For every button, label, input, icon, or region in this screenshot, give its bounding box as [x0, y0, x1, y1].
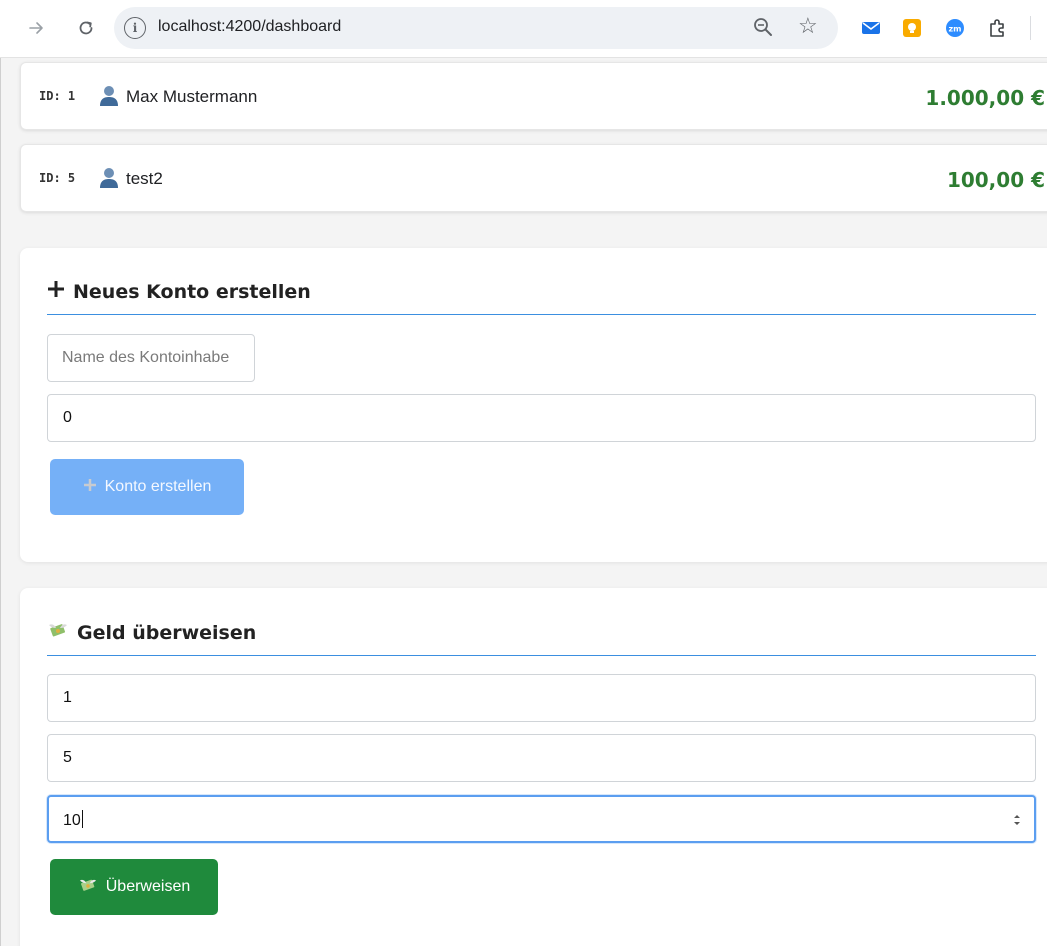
account-holder-name: test2 [126, 169, 163, 188]
text-caret [81, 810, 83, 828]
info-icon[interactable]: i [124, 17, 146, 39]
puzzle-icon[interactable] [986, 17, 1008, 39]
money-wings-icon [47, 620, 69, 645]
create-account-panel: Neues Konto erstellen 0 Konto erstellen [20, 248, 1047, 562]
reload-icon[interactable] [70, 12, 102, 44]
account-holder-name: Max Mustermann [126, 87, 258, 106]
account-holder-name-input[interactable] [47, 334, 255, 382]
mail-extension-icon[interactable] [860, 17, 882, 39]
zoom-extension-icon[interactable]: zm [944, 17, 966, 39]
account-id: ID: 5 [39, 171, 76, 185]
browser-toolbar: i localhost:4200/dashboard ☆ zm [0, 0, 1047, 58]
user-icon [99, 85, 119, 107]
page-left-border [0, 58, 1, 946]
page-content: ID: 1 Max Mustermann 1.000,00 € ID: 5 te… [0, 58, 1047, 946]
yellow-extension-icon[interactable] [901, 17, 923, 39]
number-spinner-icon[interactable] [1012, 812, 1022, 828]
transfer-divider [47, 655, 1036, 656]
amount-value: 10 [63, 812, 81, 829]
zoom-icon[interactable] [752, 16, 776, 40]
account-balance: 1.000,00 € [925, 86, 1045, 110]
create-account-title: Neues Konto erstellen [47, 280, 311, 303]
plus-icon [83, 478, 97, 497]
address-bar[interactable]: i localhost:4200/dashboard ☆ [114, 7, 838, 49]
toolbar-divider [1030, 16, 1031, 40]
account-balance: 100,00 € [946, 168, 1045, 192]
initial-balance-value: 0 [63, 409, 72, 426]
user-icon [99, 167, 119, 189]
create-account-button-label: Konto erstellen [104, 478, 212, 495]
account-card: ID: 1 Max Mustermann 1.000,00 € [20, 62, 1047, 130]
to-account-input[interactable]: 5 [47, 734, 1036, 782]
svg-text:zm: zm [949, 25, 962, 34]
plus-icon [47, 280, 65, 303]
amount-value-wrap: 10 [63, 810, 83, 830]
star-icon[interactable]: ☆ [798, 13, 818, 39]
account-id: ID: 1 [39, 89, 76, 103]
transfer-button[interactable]: Überweisen [50, 859, 218, 915]
account-card: ID: 5 test2 100,00 € [20, 144, 1047, 212]
transfer-panel: Geld überweisen 1 5 10 Überweisen [20, 588, 1047, 946]
to-account-value: 5 [63, 749, 72, 766]
from-account-value: 1 [63, 689, 72, 706]
transfer-title-text: Geld überweisen [77, 621, 257, 644]
create-account-divider [47, 314, 1036, 315]
transfer-button-label: Überweisen [105, 878, 191, 895]
create-account-title-text: Neues Konto erstellen [73, 280, 311, 303]
url-text[interactable]: localhost:4200/dashboard [158, 18, 341, 36]
initial-balance-input[interactable]: 0 [47, 394, 1036, 442]
from-account-input[interactable]: 1 [47, 674, 1036, 722]
transfer-title: Geld überweisen [47, 620, 256, 645]
money-wings-icon [78, 876, 98, 899]
amount-input[interactable]: 10 [47, 795, 1036, 843]
back-arrow-icon[interactable] [20, 12, 52, 44]
create-account-button[interactable]: Konto erstellen [50, 459, 244, 515]
